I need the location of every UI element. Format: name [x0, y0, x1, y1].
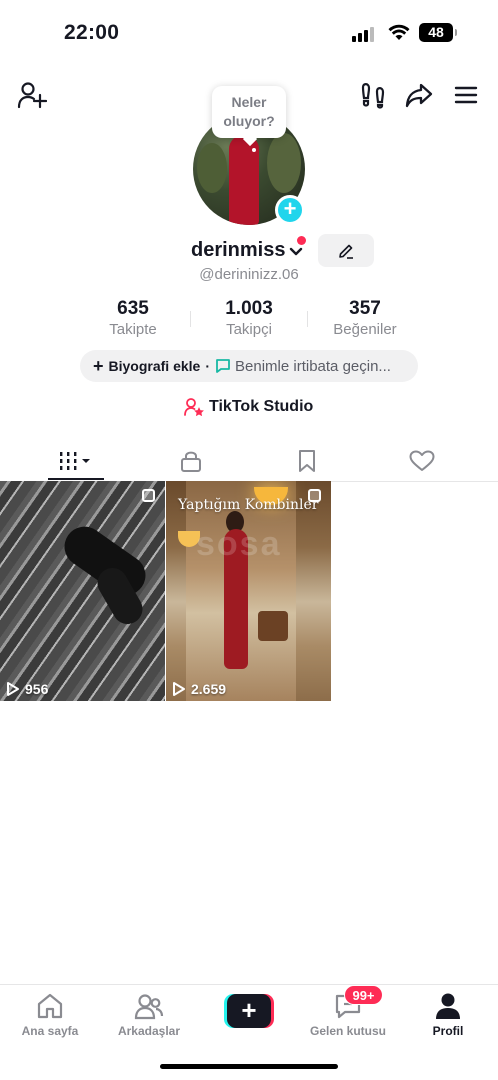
studio-icon [184, 398, 204, 416]
bio-separator: · [205, 358, 211, 374]
heart-icon [409, 450, 435, 471]
stat-likes-value: 357 [349, 298, 381, 319]
plus-icon: + [93, 355, 104, 376]
video-views-count: 956 [25, 681, 49, 697]
play-icon [173, 682, 185, 696]
menu-icon [454, 86, 478, 104]
profile-icon [436, 993, 460, 1019]
nav-profile-label: Profil [432, 1024, 464, 1038]
stat-following-label: Takipte [109, 321, 157, 338]
share-icon [405, 83, 433, 108]
stat-following[interactable]: 635 Takipte [73, 298, 193, 338]
create-icon: + [227, 994, 271, 1028]
tab-videos[interactable] [45, 440, 107, 481]
status-time: 22:00 [64, 21, 120, 44]
studio-label: TikTok Studio [209, 398, 314, 415]
video-views: 956 [6, 681, 48, 697]
tab-saved[interactable] [276, 440, 338, 481]
user-handle: @derininizz.06 [199, 266, 299, 283]
nav-home-label: Ana sayfa [21, 1024, 79, 1038]
video-tile[interactable]: 956 [0, 481, 165, 701]
grid-icon [60, 451, 90, 470]
video-views-count: 2.659 [191, 681, 227, 697]
video-tile[interactable]: sosa Yaptığım Kombinler 2.659 [166, 481, 331, 701]
battery-indicator: 48 [419, 23, 457, 42]
edit-profile-button[interactable] [318, 234, 374, 267]
inbox-badge: 99+ [344, 985, 383, 1005]
create-button[interactable]: + [224, 994, 274, 1028]
username-switcher[interactable]: derinmiss [191, 239, 303, 262]
video-caption: Yaptığım Kombinler [178, 497, 319, 513]
stat-following-value: 635 [117, 298, 149, 319]
tab-liked[interactable] [391, 440, 453, 481]
add-friend-button[interactable] [14, 78, 50, 112]
chat-bubble-icon [216, 359, 230, 373]
nav-profile[interactable]: Profil [400, 991, 496, 1038]
stat-followers[interactable]: 1.003 Takipçi [189, 298, 309, 338]
contact-link[interactable]: Benimle irtibata geçin... [235, 358, 391, 375]
nav-friends-label: Arkadaşlar [117, 1024, 181, 1038]
stat-followers-value: 1.003 [225, 298, 273, 319]
pencil-icon [339, 244, 353, 259]
home-icon [37, 993, 63, 1019]
share-profile-button[interactable] [402, 78, 436, 112]
notification-dot [297, 236, 306, 245]
bubble-dot [252, 148, 256, 152]
stat-followers-label: Takipçi [226, 321, 272, 338]
status-bar: 22:00 48 [0, 0, 498, 66]
bookmark-icon [299, 449, 315, 472]
nav-home[interactable]: Ana sayfa [2, 991, 98, 1038]
bio-bar[interactable]: + Biyografi ekle · Benimle irtibata geçi… [80, 350, 418, 382]
nav-friends[interactable]: Arkadaşlar [101, 991, 197, 1038]
stat-likes-label: Beğeniler [333, 321, 397, 338]
friends-icon [134, 994, 164, 1020]
bubble-line-2: oluyor? [223, 113, 275, 129]
footprints-icon [361, 83, 385, 109]
stat-likes[interactable]: 357 Beğeniler [305, 298, 425, 338]
wifi-icon [388, 24, 410, 40]
add-bio-link[interactable]: Biyografi ekle [109, 358, 201, 374]
video-watermark: sosa [196, 525, 282, 563]
active-tab-indicator [48, 478, 104, 480]
video-views: 2.659 [172, 681, 226, 697]
tiktok-studio-link[interactable]: TikTok Studio [184, 398, 313, 416]
signal-icon [352, 27, 374, 42]
select-checkbox[interactable] [142, 489, 155, 502]
whats-happening-bubble[interactable]: Neler oluyor? [212, 86, 286, 138]
nav-inbox-label: Gelen kutusu [309, 1024, 386, 1038]
chevron-down-icon [290, 247, 303, 255]
tab-private[interactable] [160, 440, 222, 481]
select-checkbox[interactable] [308, 489, 321, 502]
home-indicator [160, 1064, 338, 1069]
username: derinmiss [191, 239, 286, 261]
profile-visitors-button[interactable] [356, 78, 390, 112]
play-icon [7, 682, 19, 696]
add-friend-icon [17, 82, 47, 109]
content-tabs [0, 440, 498, 482]
menu-button[interactable] [450, 78, 482, 112]
bubble-line-1: Neler [231, 94, 267, 110]
add-story-plus-icon[interactable]: + [275, 195, 305, 225]
lock-icon [181, 451, 201, 472]
